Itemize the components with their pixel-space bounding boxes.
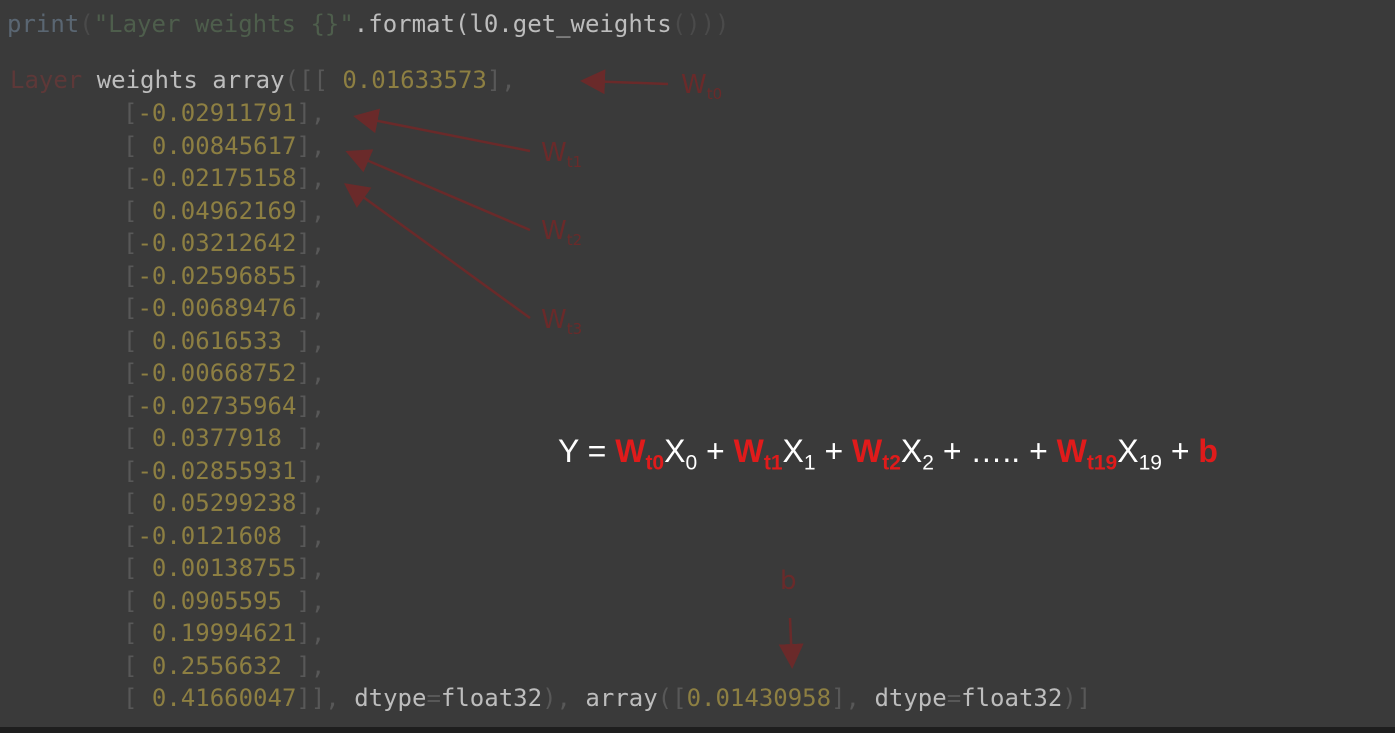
eq-bias: b bbox=[1198, 433, 1218, 469]
eq-x2-sub: 2 bbox=[922, 451, 934, 475]
annotation-wt1: Wt1 bbox=[541, 138, 583, 172]
eq-w1: W bbox=[733, 433, 764, 469]
eq-plus-3: + bbox=[933, 433, 971, 469]
eq-x0-sub: 0 bbox=[685, 451, 698, 475]
arrow-bias bbox=[778, 617, 804, 669]
eq-plus-1: + bbox=[697, 433, 734, 469]
eq-plus-2: + bbox=[815, 433, 853, 469]
eq-w2: W bbox=[852, 433, 883, 469]
eq-w19: W bbox=[1056, 433, 1087, 469]
arrow-wt3 bbox=[343, 183, 531, 320]
arrow-wt0 bbox=[580, 69, 669, 95]
annotation-wt0: Wt0 bbox=[681, 70, 723, 104]
eq-w0: W bbox=[615, 433, 646, 469]
eq-x2: X bbox=[900, 433, 923, 469]
eq-x1: X bbox=[782, 433, 804, 469]
eq-w1-sub: t1 bbox=[763, 451, 783, 475]
eq-x0: X bbox=[664, 433, 686, 469]
eq-plus-5: + bbox=[1161, 433, 1199, 469]
annotation-wt2: Wt2 bbox=[541, 216, 583, 250]
equation-lhs: Y = bbox=[558, 433, 616, 469]
eq-plus-4: + bbox=[1029, 433, 1057, 469]
eq-x19-sub: 19 bbox=[1138, 451, 1162, 475]
eq-ellipsis: ….. bbox=[970, 433, 1030, 469]
eq-x1-sub: 1 bbox=[803, 451, 816, 475]
annotation-arrows bbox=[343, 69, 804, 669]
eq-w19-sub: t19 bbox=[1086, 451, 1118, 475]
annotation-bias: b bbox=[780, 566, 797, 596]
eq-w2-sub: t2 bbox=[882, 451, 901, 475]
linear-equation: Y = Wt0X0 + Wt1X1 + Wt2X2 + ….. + Wt19X1… bbox=[558, 433, 1218, 475]
bottom-bar bbox=[0, 727, 1395, 733]
arrow-wt2 bbox=[345, 149, 531, 232]
annotation-wt3: Wt3 bbox=[541, 305, 583, 339]
eq-w0-sub: t0 bbox=[645, 451, 665, 475]
arrow-wt1 bbox=[353, 108, 531, 153]
eq-x19: X bbox=[1117, 433, 1139, 469]
